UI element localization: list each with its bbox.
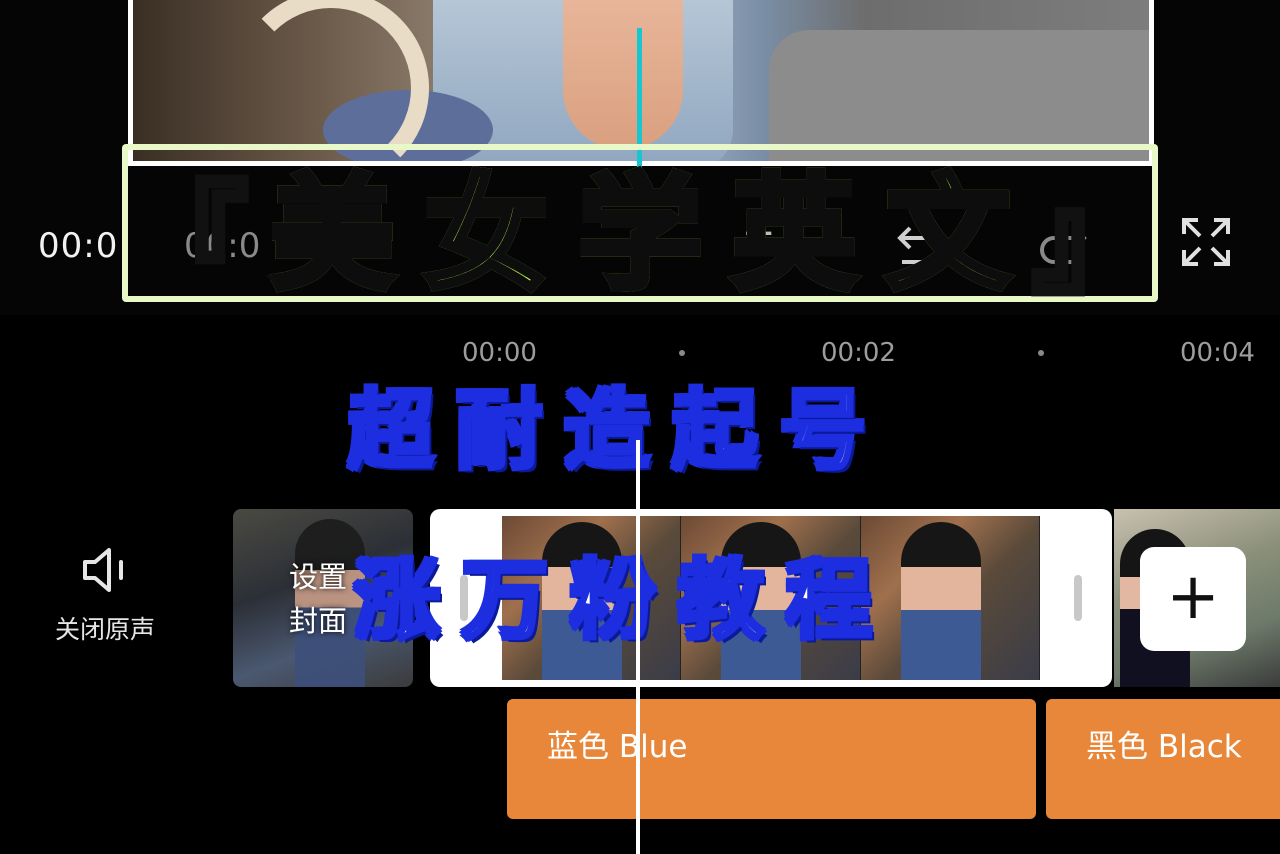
ruler-tick: 00:04: [1180, 338, 1255, 368]
fullscreen-icon[interactable]: [1178, 214, 1234, 270]
caption-line-1: 超耐造起号: [346, 379, 888, 483]
caption-line-2: 涨万粉教程: [352, 549, 894, 653]
preview-image-arm: [563, 0, 683, 150]
text-track-black[interactable]: 黑色 Black: [1046, 699, 1280, 819]
clip-trim-handle-right[interactable]: [1074, 575, 1082, 621]
mute-label: 关闭原声: [54, 615, 155, 644]
title-right-bracket: 』: [1029, 168, 1155, 313]
title-banner: 『 美女学英文 』: [122, 144, 1158, 313]
title-left-bracket: 『: [125, 168, 251, 313]
timeline-playhead[interactable]: [636, 440, 640, 854]
text-track-blue[interactable]: 蓝色 Blue: [507, 699, 1036, 819]
current-time: 00:0: [38, 226, 119, 266]
set-cover-label: 设置 封面: [289, 560, 348, 638]
title-text: 美女学英文: [267, 133, 1040, 313]
ruler-dot: [679, 350, 685, 356]
ruler-dot: [1038, 350, 1044, 356]
speaker-icon: [83, 548, 123, 592]
mute-original-sound-button[interactable]: 关闭原声: [40, 540, 170, 670]
add-clip-button[interactable]: +: [1140, 547, 1246, 651]
